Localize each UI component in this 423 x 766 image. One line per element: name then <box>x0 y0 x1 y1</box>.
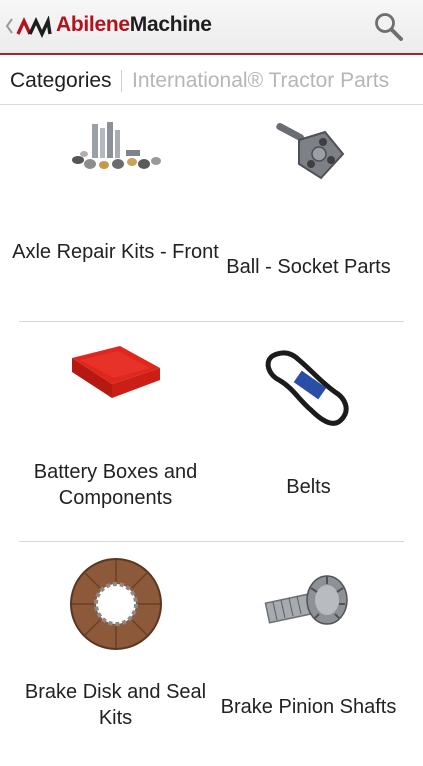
category-tile-battery-boxes[interactable]: Battery Boxes and Components <box>10 326 221 546</box>
category-tile-ball-socket-parts[interactable]: Ball - Socket Parts <box>203 106 414 326</box>
category-row: Brake Disk and Seal Kits Brake Pinion Sh… <box>0 546 423 766</box>
chevron-left-icon[interactable] <box>3 14 15 38</box>
category-label: Brake Pinion Shafts <box>220 696 397 718</box>
app-header: AbileneMachine <box>0 0 423 55</box>
brand-abilene: Abilene <box>56 13 130 36</box>
category-label: Belts <box>286 476 331 498</box>
breadcrumb: Categories International® Tractor Parts <box>0 57 423 105</box>
category-row: Axle Repair Kits - Front Ball - Socket P… <box>0 106 423 326</box>
category-tile-axle-repair-kits[interactable]: Axle Repair Kits - Front <box>10 106 221 326</box>
breadcrumb-separator <box>121 70 122 92</box>
category-row: Battery Boxes and Components Belts <box>0 326 423 546</box>
row-divider <box>19 321 404 322</box>
pinion-shaft-image <box>264 575 348 625</box>
row-divider <box>19 541 404 542</box>
axle-kit-parts-image <box>71 122 161 169</box>
category-grid: Axle Repair Kits - Front Ball - Socket P… <box>0 106 423 766</box>
category-label: Brake Disk and Seal Kits <box>24 681 207 729</box>
brake-disk-image <box>69 558 162 650</box>
search-icon[interactable] <box>372 10 406 44</box>
breadcrumb-current[interactable]: Categories <box>10 69 112 93</box>
brand-machine: Machine <box>129 13 212 36</box>
category-tile-brake-pinion-shafts[interactable]: Brake Pinion Shafts <box>203 546 414 766</box>
battery-box-image <box>71 346 160 398</box>
category-label: Battery Boxes and Components <box>33 461 198 509</box>
category-label: Ball - Socket Parts <box>226 256 391 278</box>
category-tile-brake-disk-seal-kits[interactable]: Brake Disk and Seal Kits <box>10 546 221 766</box>
breadcrumb-next[interactable]: International® Tractor Parts <box>132 69 389 93</box>
category-label: Axle Repair Kits - Front <box>12 241 219 263</box>
belt-image <box>265 350 349 426</box>
app-title: AbileneMachine <box>56 13 212 37</box>
ball-socket-part-image <box>275 122 344 180</box>
abilene-logo-icon <box>16 16 52 38</box>
category-tile-belts[interactable]: Belts <box>203 326 414 546</box>
